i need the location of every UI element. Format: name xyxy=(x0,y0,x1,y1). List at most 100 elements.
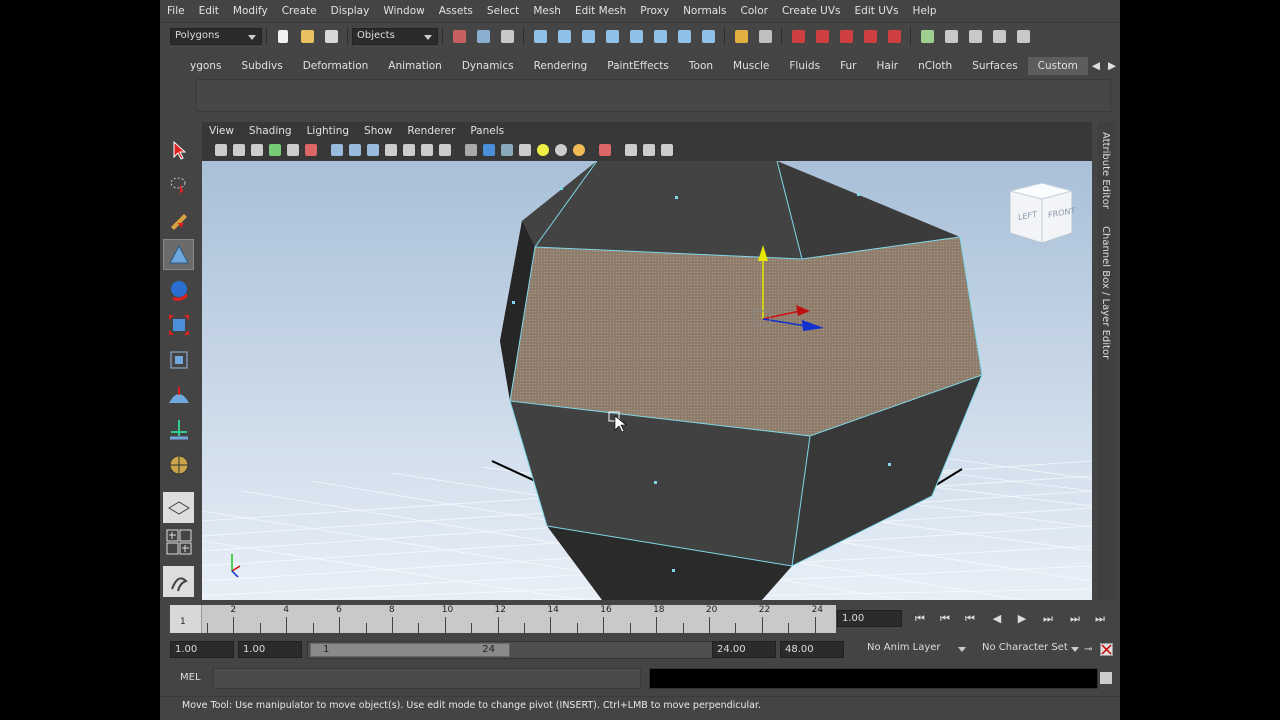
step-back-key-icon[interactable]: ⏮ xyxy=(960,612,980,628)
render-settings-icon[interactable] xyxy=(836,26,856,46)
animation-end-field[interactable]: 24.00 xyxy=(712,641,776,658)
wire-cube-icon[interactable] xyxy=(465,144,477,156)
range-slider-handle[interactable]: 1 24 xyxy=(310,643,510,657)
default-light-icon[interactable] xyxy=(537,144,549,156)
shelf-scroll-right-icon[interactable]: ▶ xyxy=(1104,60,1120,72)
save-scene-icon[interactable] xyxy=(321,26,341,46)
shaded-cube-icon[interactable] xyxy=(483,144,495,156)
smooth-shade-icon[interactable] xyxy=(349,144,361,156)
menu-file[interactable]: File xyxy=(160,5,192,17)
menu-display[interactable]: Display xyxy=(324,5,377,17)
range-slider[interactable]: 1 24 xyxy=(307,641,713,659)
snap-point-icon[interactable] xyxy=(578,26,598,46)
menu-modify[interactable]: Modify xyxy=(226,5,275,17)
menu-assets[interactable]: Assets xyxy=(432,5,480,17)
menu-create[interactable]: Create xyxy=(275,5,324,17)
select-hierarchy-icon[interactable] xyxy=(449,26,469,46)
vp-menu-renderer[interactable]: Renderer xyxy=(400,125,463,137)
xray-joints-icon[interactable] xyxy=(661,144,673,156)
preferences-icon[interactable] xyxy=(1100,643,1113,656)
script-editor-icon[interactable] xyxy=(1100,672,1112,684)
menu-window[interactable]: Window xyxy=(376,5,431,17)
paint-select-tool-icon[interactable] xyxy=(163,204,194,235)
tab-hair[interactable]: Hair xyxy=(867,60,909,72)
tab-fluids[interactable]: Fluids xyxy=(779,60,830,72)
render-frame-icon[interactable] xyxy=(788,26,808,46)
lights-icon[interactable] xyxy=(385,144,397,156)
snap-surface-icon[interactable] xyxy=(626,26,646,46)
tab-channel-box[interactable]: Channel Box / Layer Editor xyxy=(1100,226,1111,359)
play-forwards-icon[interactable]: ▶ xyxy=(1012,612,1032,628)
isolate-icon[interactable] xyxy=(439,144,451,156)
play-backwards-icon[interactable]: ◀ xyxy=(987,612,1007,628)
selected-lights-icon[interactable] xyxy=(573,144,585,156)
tab-deformation[interactable]: Deformation xyxy=(293,60,379,72)
menuset-dropdown[interactable]: Polygons xyxy=(170,27,262,45)
current-frame-marker[interactable]: 1 xyxy=(170,605,202,633)
auto-key-icon[interactable]: ⊸ xyxy=(1084,644,1098,656)
soft-mod-tool-icon[interactable] xyxy=(163,379,194,410)
resolution-gate-icon[interactable] xyxy=(625,144,637,156)
tab-custom[interactable]: Custom xyxy=(1027,57,1088,75)
camera-attributes-icon[interactable] xyxy=(233,144,245,156)
snap-grid-icon[interactable] xyxy=(530,26,550,46)
bookmarks-icon[interactable] xyxy=(251,144,263,156)
time-slider[interactable]: 1 2 4 6 8 10 12 14 16 18 20 22 24 xyxy=(170,605,836,633)
snap-plane-icon[interactable] xyxy=(602,26,622,46)
four-pane-layout-icon[interactable] xyxy=(163,526,194,557)
menu-normals[interactable]: Normals xyxy=(676,5,733,17)
all-lights-icon[interactable] xyxy=(555,144,567,156)
menu-proxy[interactable]: Proxy xyxy=(633,5,676,17)
menu-select[interactable]: Select xyxy=(480,5,526,17)
attribute-editor-toggle-icon[interactable] xyxy=(1013,26,1033,46)
selection-mode-dropdown[interactable]: Objects xyxy=(352,27,438,45)
tab-ncloth[interactable]: nCloth xyxy=(908,60,962,72)
tab-subdivs[interactable]: Subdivs xyxy=(231,60,292,72)
show-manipulator-icon[interactable] xyxy=(163,414,194,445)
step-back-frame-icon[interactable]: ⏮ xyxy=(935,612,955,628)
mel-label[interactable]: MEL xyxy=(180,672,201,683)
playback-end-field[interactable]: 48.00 xyxy=(780,641,844,658)
history-icon[interactable] xyxy=(698,26,718,46)
vp-menu-panels[interactable]: Panels xyxy=(463,125,512,137)
tab-dynamics[interactable]: Dynamics xyxy=(452,60,524,72)
open-scene-icon[interactable] xyxy=(297,26,317,46)
shelf-scroll-left-icon[interactable]: ◀ xyxy=(1088,60,1104,72)
safe-action-icon[interactable] xyxy=(643,144,655,156)
character-set-dropdown[interactable]: No Character Set xyxy=(978,641,1084,658)
step-forward-frame-icon[interactable]: ⏭ xyxy=(1065,612,1085,628)
outliner-layout-icon[interactable] xyxy=(163,566,194,597)
view-cube[interactable]: LEFT FRONT xyxy=(1009,182,1075,244)
select-tool-icon[interactable] xyxy=(163,134,194,165)
universal-manipulator-icon[interactable] xyxy=(163,344,194,375)
mel-input[interactable] xyxy=(213,668,641,689)
viewport-scene[interactable]: LEFT FRONT xyxy=(201,160,1093,601)
tab-fur[interactable]: Fur xyxy=(830,60,866,72)
xray-icon[interactable] xyxy=(421,144,433,156)
tab-painteffects[interactable]: PaintEffects xyxy=(597,60,679,72)
menu-color[interactable]: Color xyxy=(734,5,775,17)
go-to-end-icon[interactable]: ⏭ xyxy=(1090,612,1110,628)
menu-edit-mesh[interactable]: Edit Mesh xyxy=(568,5,633,17)
menu-edit[interactable]: Edit xyxy=(192,5,226,17)
render-view-icon[interactable] xyxy=(884,26,904,46)
snap-live-icon[interactable] xyxy=(674,26,694,46)
tab-animation[interactable]: Animation xyxy=(378,60,452,72)
tab-rendering[interactable]: Rendering xyxy=(524,60,598,72)
hypershade-icon[interactable] xyxy=(860,26,880,46)
tab-surfaces[interactable]: Surfaces xyxy=(962,60,1027,72)
move-tool-icon[interactable] xyxy=(163,239,194,270)
film-gate-icon[interactable] xyxy=(305,144,317,156)
menu-mesh[interactable]: Mesh xyxy=(526,5,568,17)
tab-polygons[interactable]: ygons xyxy=(160,60,231,72)
new-scene-icon[interactable] xyxy=(273,26,293,46)
tab-attribute-editor[interactable]: Attribute Editor xyxy=(1100,132,1111,209)
single-pane-layout-icon[interactable] xyxy=(163,492,194,523)
go-to-start-icon[interactable]: ⏮ xyxy=(910,612,930,628)
snap-curve-icon[interactable] xyxy=(554,26,574,46)
tab-muscle[interactable]: Muscle xyxy=(723,60,779,72)
textured-icon[interactable] xyxy=(367,144,379,156)
vp-menu-lighting[interactable]: Lighting xyxy=(300,125,357,137)
tab-toon[interactable]: Toon xyxy=(679,60,723,72)
checker-icon[interactable] xyxy=(519,144,531,156)
